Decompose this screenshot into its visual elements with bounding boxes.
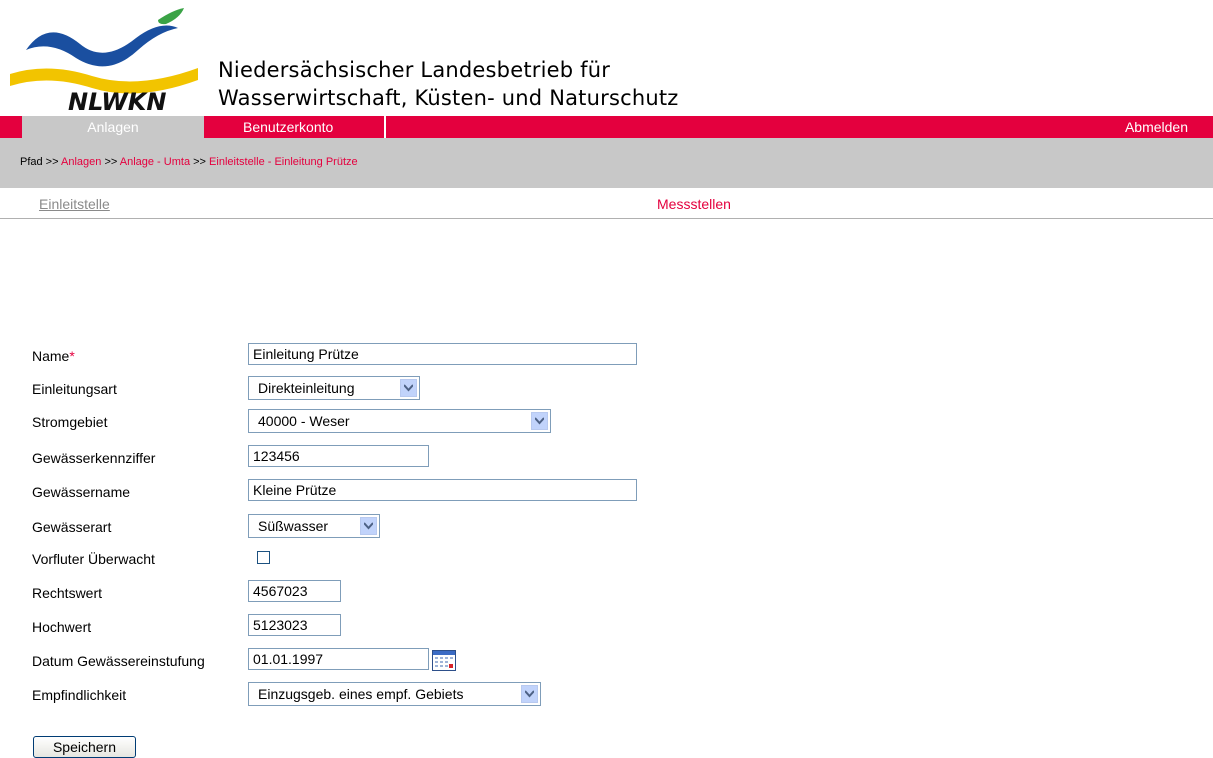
einleitungsart-value: Direkteinleitung: [258, 380, 355, 396]
stromgebiet-select[interactable]: 40000 - Weser: [248, 409, 551, 433]
stromgebiet-value: 40000 - Weser: [258, 413, 350, 429]
logout-link[interactable]: Abmelden: [1125, 116, 1188, 138]
breadcrumb-bar: Pfad >> Anlagen >> Anlage - Umta >> Einl…: [0, 138, 1213, 188]
breadcrumb-item-anlage[interactable]: Anlage - Umta: [120, 156, 190, 168]
breadcrumb-item-anlagen[interactable]: Anlagen: [61, 156, 101, 168]
subtab-messstellen[interactable]: Messstellen: [657, 196, 731, 212]
chevron-down-icon[interactable]: [521, 685, 538, 703]
vorfluter-label: Vorfluter Überwacht: [32, 551, 155, 567]
name-label: Name*: [32, 348, 75, 364]
form-row-name: Name* Einleitung Prütze: [32, 343, 1032, 369]
form-row-stromgebiet: Stromgebiet 40000 - Weser: [32, 409, 1032, 435]
calendar-icon[interactable]: [432, 650, 456, 671]
empfindlichkeit-select[interactable]: Einzugsgeb. eines empf. Gebiets: [248, 682, 541, 706]
breadcrumb-prefix: Pfad >>: [20, 156, 59, 168]
stromgebiet-label: Stromgebiet: [32, 414, 108, 430]
form-row-gewaesserkennziffer: Gewässerkennziffer 123456: [32, 445, 1032, 471]
breadcrumb-item-einleitstelle[interactable]: Einleitstelle - Einleitung Prütze: [209, 156, 358, 168]
einleitungsart-label: Einleitungsart: [32, 381, 117, 397]
nav-tab-benutzerkonto[interactable]: Benutzerkonto: [243, 116, 333, 138]
breadcrumb: Pfad >> Anlagen >> Anlage - Umta >> Einl…: [20, 156, 358, 168]
rechtswert-label: Rechtswert: [32, 585, 103, 601]
hochwert-label: Hochwert: [32, 619, 92, 635]
name-input[interactable]: Einleitung Prütze: [248, 343, 637, 365]
datum-label: Datum Gewässereinstufung: [32, 653, 205, 669]
empfindlichkeit-value: Einzugsgeb. eines empf. Gebiets: [258, 686, 464, 702]
gewaessername-input[interactable]: Kleine Prütze: [248, 479, 637, 501]
gewaesserkennziffer-input[interactable]: 123456: [248, 445, 429, 467]
form-row-empfindlichkeit: Empfindlichkeit Einzugsgeb. eines empf. …: [32, 682, 1032, 708]
gewaessername-label: Gewässername: [32, 484, 131, 500]
chevron-down-icon[interactable]: [360, 517, 377, 535]
form-row-gewaesserart: Gewässerart Süßwasser: [32, 514, 1032, 540]
einleitungsart-select[interactable]: Direkteinleitung: [248, 376, 420, 400]
form-row-gewaessername: Gewässername Kleine Prütze: [32, 479, 1032, 505]
gewaesserart-select[interactable]: Süßwasser: [248, 514, 380, 538]
vorfluter-checkbox[interactable]: [257, 551, 270, 564]
form-row-datum: Datum Gewässereinstufung 01.01.1997: [32, 648, 1032, 674]
subtab-bar: Einleitstelle Messstellen: [0, 188, 1213, 219]
form-row-rechtswert: Rechtswert 4567023: [32, 580, 1032, 606]
gewaesserkennziffer-label: Gewässerkennziffer: [32, 450, 156, 466]
nlwkn-logo: NLWKN: [10, 8, 198, 114]
required-mark: *: [69, 348, 75, 364]
save-button[interactable]: Speichern: [33, 736, 136, 758]
page-header: NLWKN Niedersächsischer Landesbetrieb fü…: [0, 0, 1213, 116]
nav-tab-anlagen[interactable]: Anlagen: [22, 116, 204, 138]
form-row-hochwert: Hochwert 5123023: [32, 614, 1032, 640]
form-row-einleitungsart: Einleitungsart Direkteinleitung: [32, 376, 1032, 402]
hochwert-input[interactable]: 5123023: [248, 614, 341, 636]
breadcrumb-separator: >>: [193, 156, 206, 168]
chevron-down-icon[interactable]: [400, 379, 417, 397]
gewaesserart-label: Gewässerart: [32, 519, 112, 535]
nav-divider: [384, 116, 386, 138]
organization-name-line2: Wasserwirtschaft, Küsten- und Naturschut…: [218, 86, 679, 110]
gewaesserart-value: Süßwasser: [258, 518, 329, 534]
form-row-vorfluter: Vorfluter Überwacht: [32, 547, 1032, 573]
main-navbar: Anlagen Benutzerkonto Abmelden: [0, 116, 1213, 138]
rechtswert-input[interactable]: 4567023: [248, 580, 341, 602]
datum-input[interactable]: 01.01.1997: [248, 648, 429, 670]
chevron-down-icon[interactable]: [531, 412, 548, 430]
svg-text:NLWKN: NLWKN: [68, 88, 166, 114]
subtab-einleitstelle[interactable]: Einleitstelle: [39, 196, 110, 212]
organization-name: Niedersächsischer Landesbetrieb für Wass…: [218, 56, 679, 112]
empfindlichkeit-label: Empfindlichkeit: [32, 687, 127, 703]
organization-name-line1: Niedersächsischer Landesbetrieb für: [218, 58, 611, 82]
breadcrumb-separator: >>: [104, 156, 118, 168]
